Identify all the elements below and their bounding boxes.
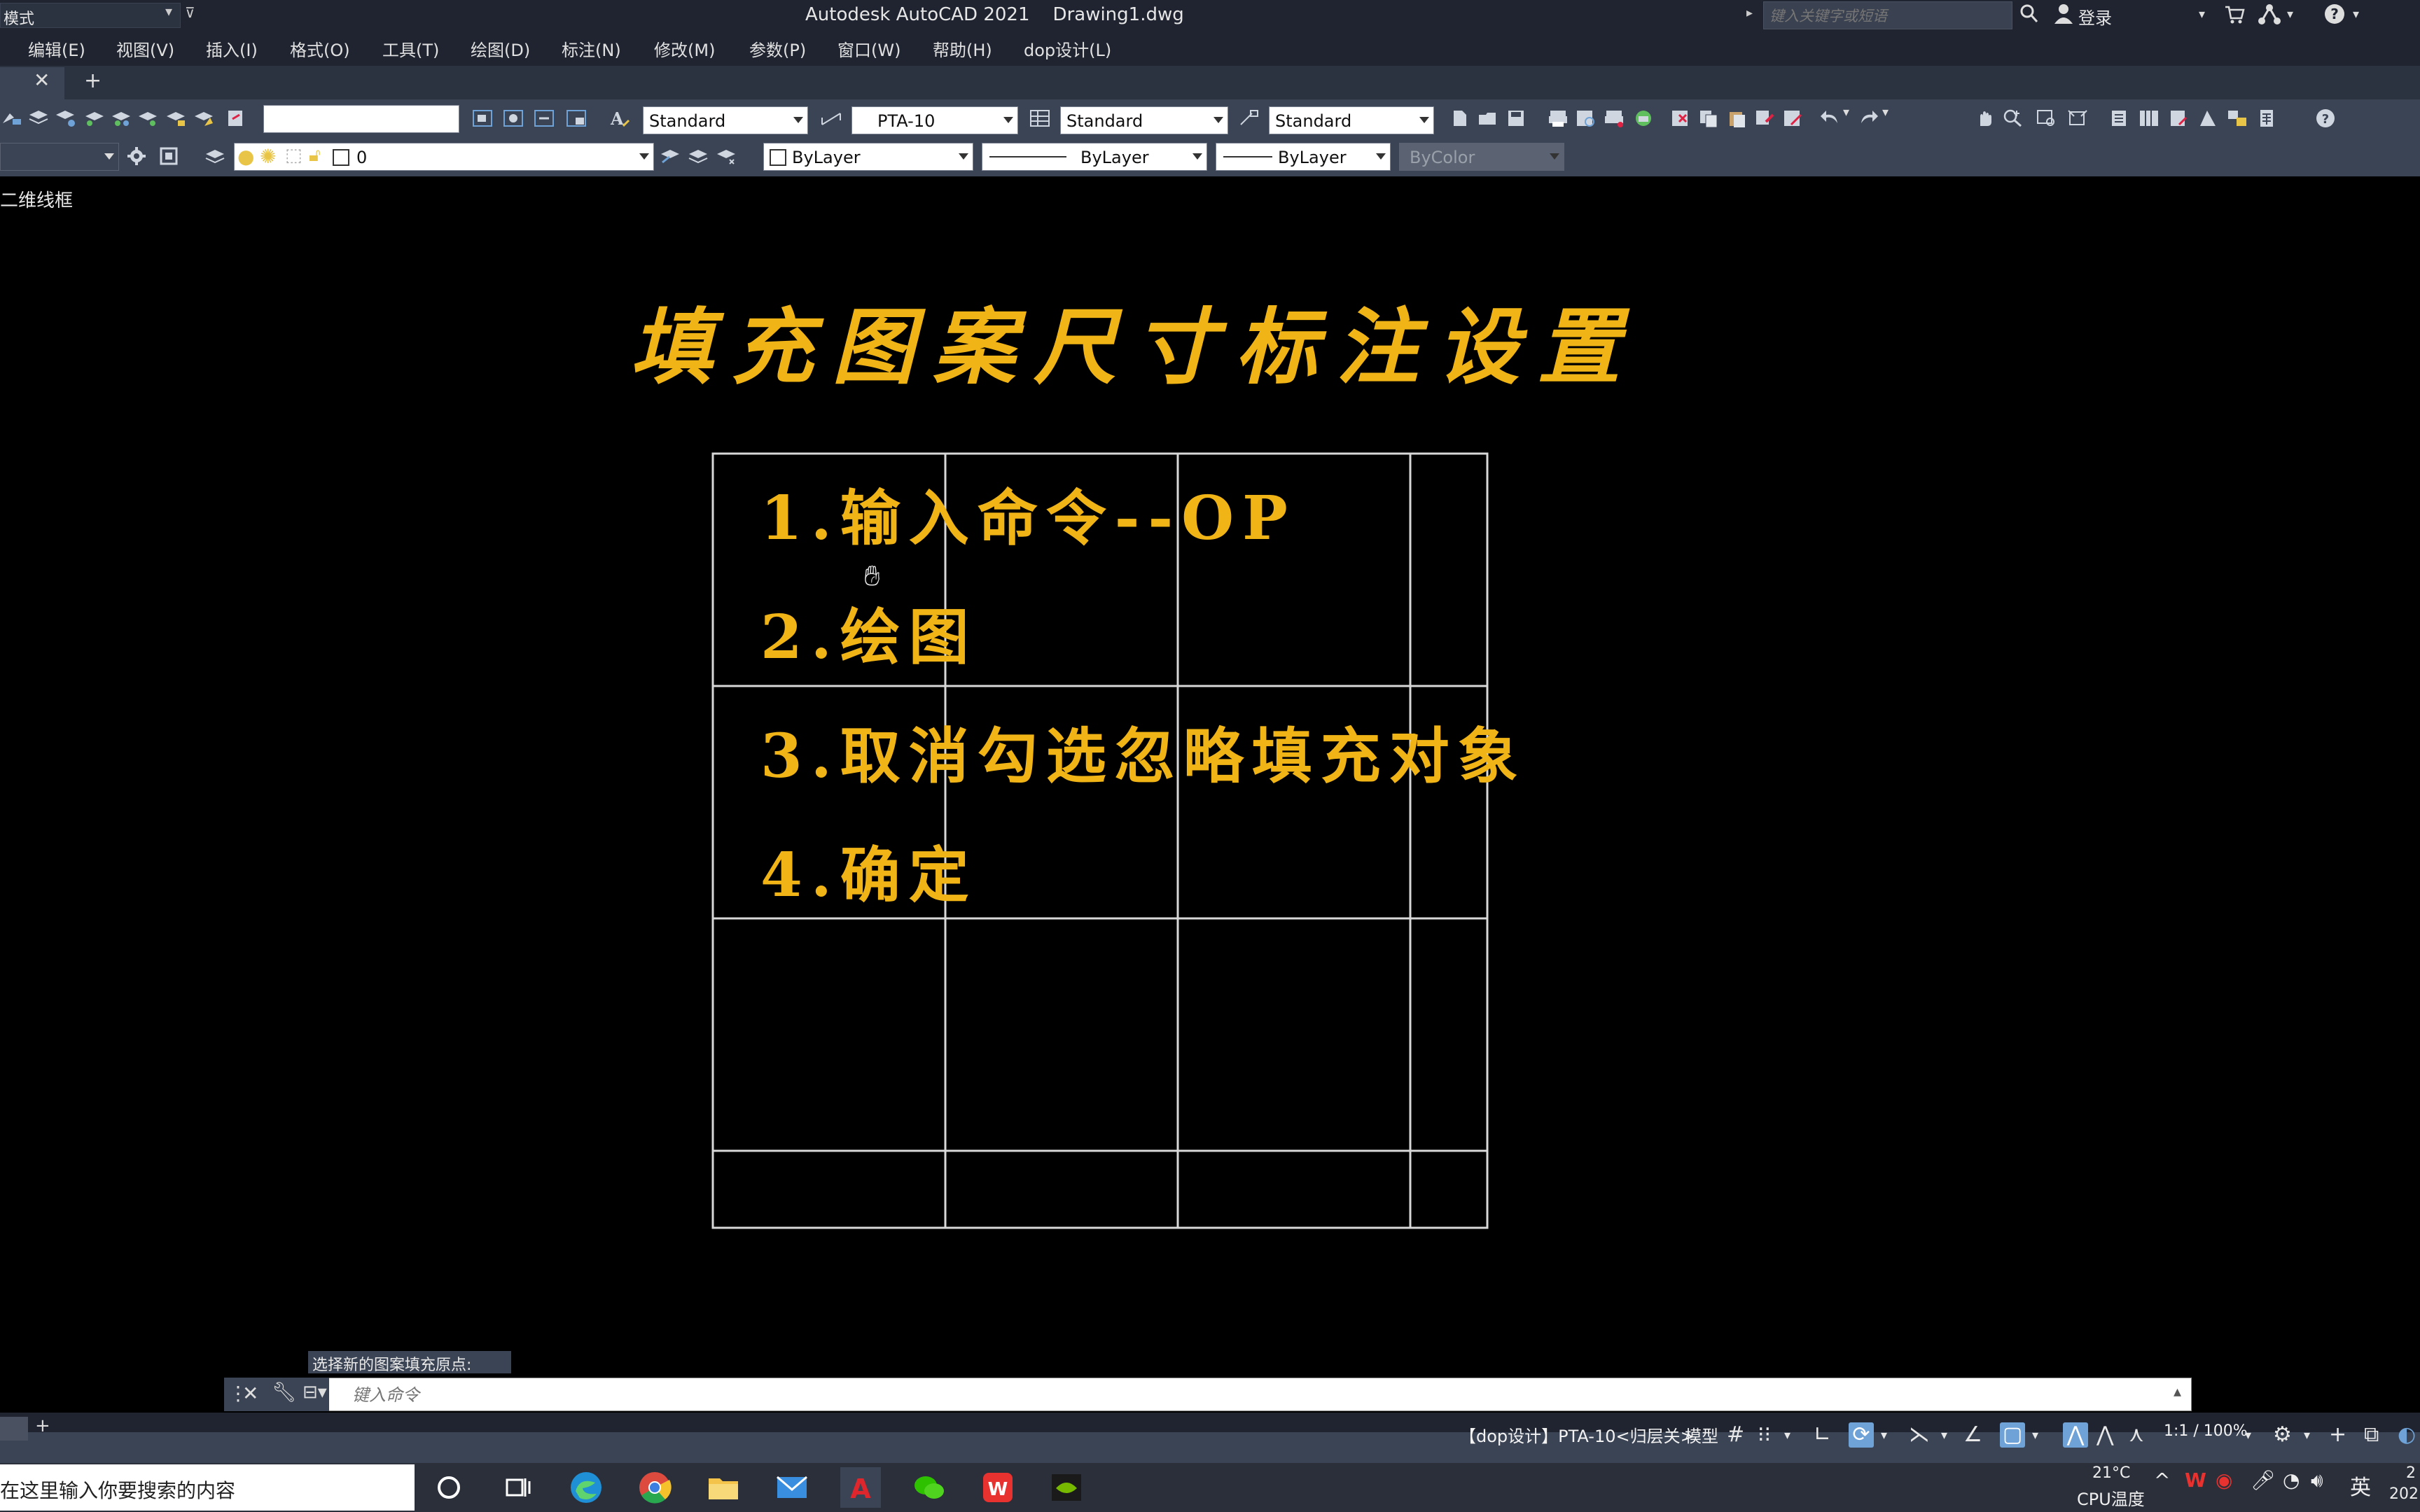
file-explorer-icon[interactable] xyxy=(703,1467,744,1508)
command-line[interactable] xyxy=(224,1378,2192,1411)
autocad-icon[interactable]: A xyxy=(840,1467,881,1508)
command-prompt-text: 选择新的图案填充原点: xyxy=(312,1357,472,1374)
gear-icon[interactable]: ⚙︎ xyxy=(2273,1422,2292,1447)
auto-scale-icon[interactable]: ⋀ xyxy=(2096,1422,2114,1447)
chevron-down-icon[interactable]: ▾ xyxy=(1784,1428,1790,1443)
cpu-temp-label[interactable]: CPU温度 xyxy=(2077,1485,2145,1510)
annotation-visibility-icon[interactable]: ⋀ xyxy=(2063,1422,2088,1448)
command-history-toggle-icon[interactable]: ▴ xyxy=(2174,1383,2181,1401)
layout-tabs xyxy=(0,1413,2420,1432)
microphone-icon[interactable]: 🎤︎ xyxy=(2251,1469,2276,1492)
wechat-icon[interactable] xyxy=(909,1467,950,1508)
ortho-icon[interactable]: ∟ xyxy=(1814,1422,1831,1447)
annotation-status-text[interactable]: 【dop设计】PTA-10<归层关> xyxy=(1459,1422,1695,1447)
customize-status-icon[interactable]: ◐ xyxy=(2398,1422,2416,1447)
wifi-icon[interactable]: ◔ xyxy=(2283,1469,2300,1492)
pan-cursor-icon: ✋︎ xyxy=(864,560,880,592)
wps-icon[interactable]: W xyxy=(978,1467,1018,1508)
chevron-up-icon[interactable]: ^ xyxy=(2154,1469,2170,1492)
weather-temp[interactable]: 21°C xyxy=(2092,1464,2130,1482)
command-prompt-icon[interactable]: ⊟▾ xyxy=(302,1382,327,1403)
volume-icon[interactable]: 🔊︎ xyxy=(2311,1469,2323,1492)
taskbar-search-text: 在这里输入你要搜索的内容 xyxy=(0,1479,236,1502)
snap-mode-icon[interactable]: ⁝⁝ xyxy=(1758,1422,1771,1447)
model-space-button[interactable]: 模型 xyxy=(1685,1422,1718,1447)
chevron-down-icon[interactable]: ▾ xyxy=(1941,1428,1947,1443)
chevron-down-icon[interactable]: ▾ xyxy=(1881,1428,1887,1443)
cortana-icon[interactable] xyxy=(429,1467,469,1508)
annotation-scale-icon[interactable]: ⋏ xyxy=(2129,1422,2144,1447)
object-snap-icon[interactable]: ▢ xyxy=(2000,1422,2025,1448)
taskbar-search[interactable]: 在这里输入你要搜索的内容 xyxy=(0,1464,415,1511)
chevron-down-icon[interactable]: ▾ xyxy=(2304,1428,2310,1443)
polar-tracking-icon[interactable]: ⟳ xyxy=(1849,1422,1874,1448)
step-4-text: 4.确定 xyxy=(760,840,978,911)
model-layout-tab[interactable] xyxy=(0,1417,28,1441)
chevron-down-icon[interactable]: ▾ xyxy=(2245,1428,2251,1443)
command-input[interactable] xyxy=(351,1382,2034,1408)
svg-text:A: A xyxy=(850,1474,871,1504)
svg-text:W: W xyxy=(988,1479,1008,1500)
ime-indicator[interactable]: 英 xyxy=(2350,1470,2371,1501)
command-line-handle[interactable]: ⋮ ✕ 🔧︎ ⊟▾ xyxy=(224,1378,329,1411)
mail-icon[interactable] xyxy=(772,1467,812,1508)
wps-tray-icon[interactable]: W xyxy=(2185,1469,2206,1492)
step-2-text: 2.绘图 xyxy=(760,602,978,673)
step-1-text: 1.输入命令--OP xyxy=(760,483,1296,554)
antivirus-tray-icon[interactable]: ◉ xyxy=(2216,1469,2232,1492)
chevron-down-icon[interactable]: ▾ xyxy=(2032,1428,2038,1443)
nvidia-icon[interactable] xyxy=(1046,1467,1087,1508)
clock-date[interactable]: 202 xyxy=(2389,1485,2419,1503)
grid-icon[interactable]: # xyxy=(1727,1422,1744,1447)
plus-icon[interactable]: + xyxy=(2329,1422,2346,1447)
isolate-objects-icon[interactable]: ⧉ xyxy=(2364,1422,2379,1447)
annotation-scale-value[interactable]: 1:1 / 100% xyxy=(2164,1422,2248,1440)
clock-time[interactable]: 2 xyxy=(2406,1464,2416,1482)
close-icon[interactable]: ✕ xyxy=(242,1382,258,1405)
task-view-icon[interactable] xyxy=(497,1467,538,1508)
object-snap-tracking-icon[interactable]: ∠ xyxy=(1963,1422,1982,1447)
wrench-icon[interactable]: 🔧︎ xyxy=(272,1380,297,1404)
isodraft-icon[interactable]: ⋋ xyxy=(1909,1422,1930,1447)
edge-browser-icon[interactable] xyxy=(566,1467,606,1508)
chrome-icon[interactable] xyxy=(634,1467,675,1508)
step-3-text: 3.取消勾选忽略填充对象 xyxy=(760,721,1527,792)
add-layout-icon[interactable]: + xyxy=(35,1415,50,1436)
